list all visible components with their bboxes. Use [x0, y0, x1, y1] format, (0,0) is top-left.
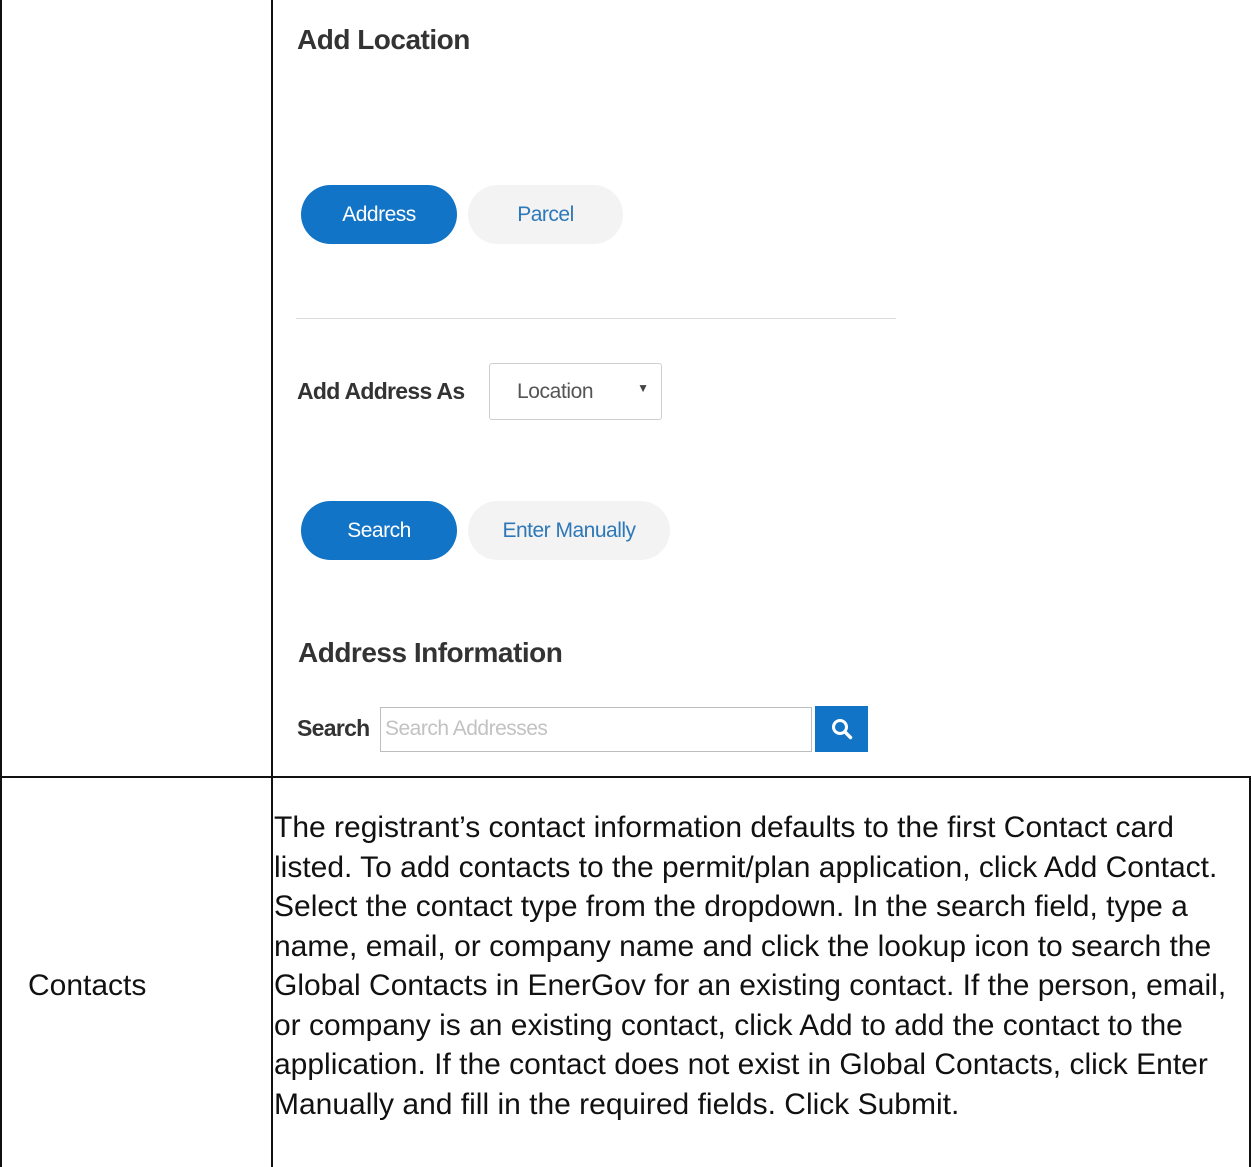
section-divider: [296, 318, 896, 319]
search-mode-button[interactable]: Search: [301, 501, 457, 560]
table-left-border: [0, 0, 2, 1167]
table-row-divider: [0, 776, 1251, 778]
search-addresses-placeholder: Search Addresses: [385, 717, 548, 740]
add-address-as-value: Location: [517, 380, 594, 403]
enter-manually-button[interactable]: Enter Manually: [468, 501, 670, 560]
search-icon: [831, 719, 852, 740]
table-column-divider: [271, 0, 273, 1167]
add-address-as-select[interactable]: Location ▼: [489, 363, 662, 420]
search-addresses-button[interactable]: [815, 706, 868, 752]
search-label: Search: [297, 715, 370, 741]
address-tab[interactable]: Address: [301, 185, 457, 244]
caret-down-icon: ▼: [637, 381, 649, 395]
add-location-title: Add Location: [297, 24, 470, 55]
address-information-title: Address Information: [298, 637, 563, 668]
contacts-row-label: Contacts: [28, 969, 147, 1002]
contacts-row-description: The registrant’s contact information def…: [274, 811, 1227, 1121]
parcel-tab[interactable]: Parcel: [468, 185, 623, 244]
search-addresses-input[interactable]: Search Addresses: [380, 707, 812, 752]
add-address-as-label: Add Address As: [297, 378, 465, 404]
